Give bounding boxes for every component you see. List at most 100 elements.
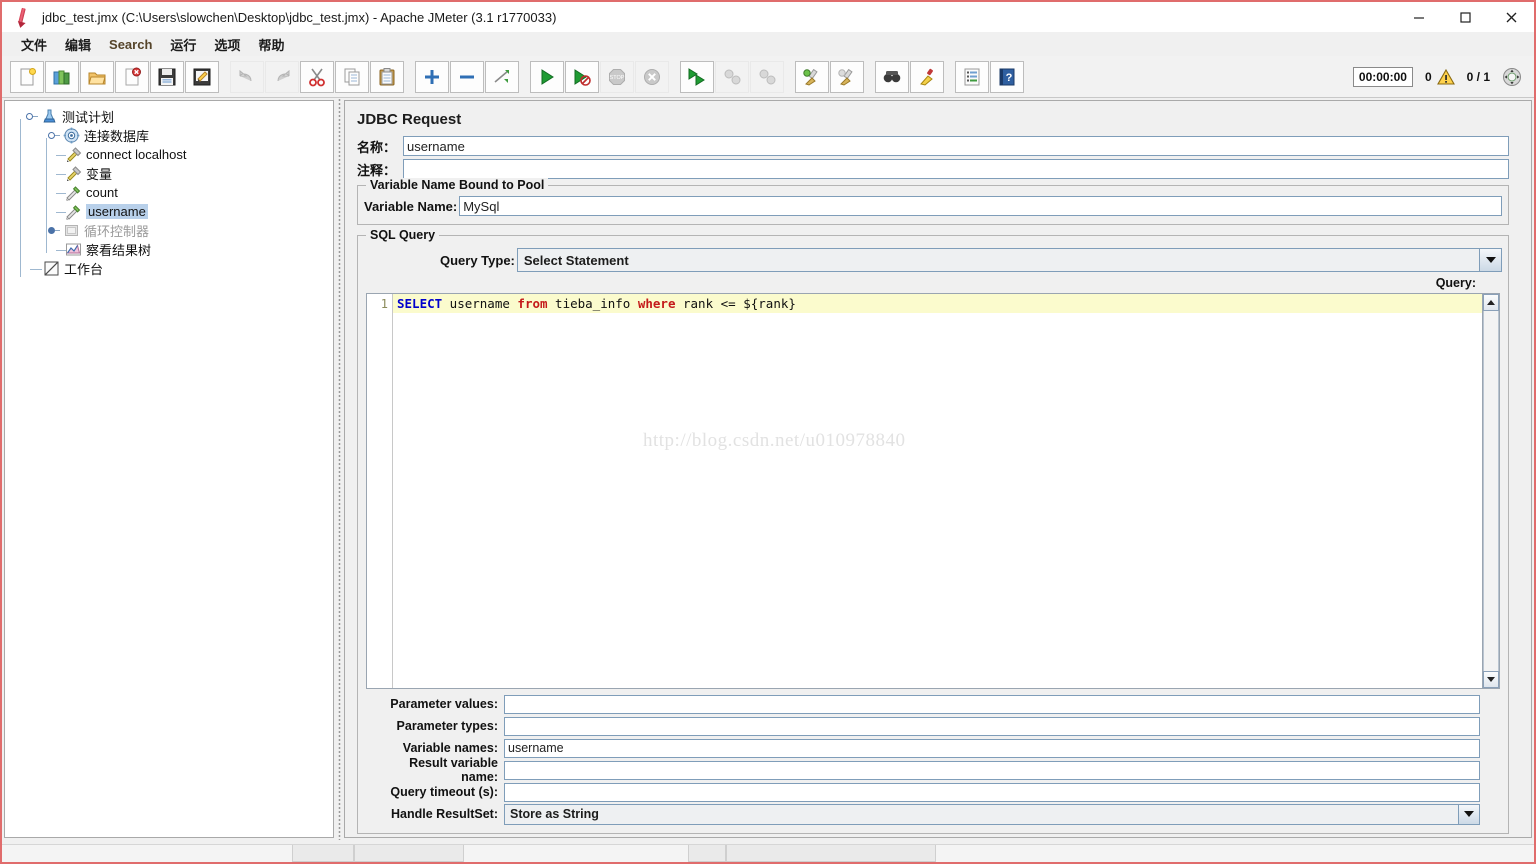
parameter-values-row: Parameter values: — [376, 693, 1480, 715]
variable-name-label: Variable Name: — [364, 198, 458, 214]
editor-gutter: 1 — [367, 294, 393, 688]
active-threads: 0 / 1 — [1466, 70, 1490, 84]
save-as-icon[interactable] — [185, 60, 219, 93]
menu-edit[interactable]: 编辑 — [56, 33, 100, 56]
function-helper-icon[interactable] — [955, 60, 989, 93]
clear-icon[interactable] — [795, 60, 829, 93]
tree-node-count[interactable]: count — [15, 183, 333, 202]
copy-icon[interactable] — [335, 60, 369, 93]
editor-vertical-scrollbar[interactable] — [1482, 294, 1499, 688]
shutdown-icon — [635, 60, 669, 93]
close-button[interactable] — [1488, 2, 1534, 32]
pool-fieldset: Variable Name Bound to Pool Variable Nam… — [357, 178, 1509, 225]
query-type-combo[interactable]: Select Statement — [516, 248, 1502, 272]
sql-parameters: Parameter values: Parameter types: Varia… — [364, 689, 1502, 825]
window-title: jdbc_test.jmx (C:\Users\slowchen\Desktop… — [42, 9, 557, 25]
taskbar-item[interactable] — [726, 845, 936, 862]
toolbar-group-edit — [230, 60, 405, 93]
clear-all-icon[interactable] — [830, 60, 864, 93]
start-icon[interactable] — [530, 60, 564, 93]
window-controls — [1396, 2, 1534, 32]
scroll-down-button[interactable] — [1483, 671, 1499, 688]
expander-expanded-icon[interactable] — [24, 111, 38, 122]
help-icon[interactable]: ? — [990, 60, 1024, 93]
search-icon[interactable] — [875, 60, 909, 93]
svg-text:?: ? — [1006, 72, 1013, 84]
tree-label: count — [86, 185, 118, 200]
save-icon[interactable] — [150, 60, 184, 93]
collapse-all-icon[interactable] — [450, 60, 484, 93]
handle-resultset-row: Handle ResultSet: Store as String — [376, 803, 1480, 825]
toolbar-status: 00:00:00 0 0 / 1 — [1352, 56, 1522, 98]
menu-search[interactable]: Search — [100, 35, 161, 54]
tree-node-view-results-tree[interactable]: 察看结果树 — [15, 240, 333, 259]
parameter-types-input[interactable] — [504, 716, 1480, 736]
tree-label: 循环控制器 — [84, 224, 150, 239]
tree-node-variables[interactable]: 变量 — [15, 164, 333, 183]
expand-all-icon[interactable] — [415, 60, 449, 93]
warning-indicator[interactable]: 0 — [1425, 68, 1455, 86]
jdbc-request-icon — [65, 203, 82, 220]
tree-node-thread-group[interactable]: 连接数据库 — [15, 126, 333, 145]
reset-search-icon[interactable] — [910, 60, 944, 93]
comment-row: 注释： — [345, 159, 1531, 179]
variable-names-input[interactable]: username — [504, 738, 1480, 758]
variable-names-label: Variable names: — [402, 741, 498, 755]
maximize-button[interactable] — [1442, 2, 1488, 32]
scroll-track[interactable] — [1483, 311, 1499, 671]
warning-count: 0 — [1424, 70, 1432, 84]
comment-input[interactable] — [403, 159, 1509, 179]
sql-query-legend: SQL Query — [366, 228, 440, 242]
open-icon[interactable] — [80, 60, 114, 93]
scroll-up-button[interactable] — [1483, 294, 1499, 311]
tree-label: connect localhost — [86, 147, 187, 162]
tree-node-test-plan[interactable]: 测试计划 — [15, 107, 333, 126]
tree-node-loop-controller[interactable]: 循环控制器 — [15, 221, 333, 240]
menu-options[interactable]: 选项 — [205, 33, 249, 56]
test-plan-tree-panel[interactable]: 测试计划 连接数据库 connect localhost 变量 count us… — [4, 100, 334, 838]
name-input[interactable]: username — [403, 136, 1509, 156]
config-element-icon — [65, 146, 82, 163]
expander-collapsed-icon[interactable] — [46, 225, 60, 236]
start-no-pauses-icon[interactable] — [565, 60, 599, 93]
menu-file[interactable]: 文件 — [12, 33, 56, 56]
tree-label: 工作台 — [64, 262, 104, 277]
svg-text:STOP: STOP — [610, 75, 625, 81]
tree-node-workbench[interactable]: 工作台 — [15, 259, 333, 278]
minimize-button[interactable] — [1396, 2, 1442, 32]
toggle-icon[interactable] — [485, 60, 519, 93]
handle-resultset-combo[interactable]: Store as String — [504, 803, 1480, 825]
chevron-down-icon[interactable] — [1479, 249, 1501, 271]
menu-run[interactable]: 运行 — [161, 33, 205, 56]
query-timeout-input[interactable] — [504, 782, 1480, 802]
taskbar-item[interactable] — [354, 845, 464, 862]
paste-icon[interactable] — [370, 60, 404, 93]
query-timeout-row: Query timeout (s): — [376, 781, 1480, 803]
handle-resultset-label: Handle ResultSet: — [391, 807, 498, 821]
sql-editor[interactable]: 1 SELECT username from tieba_info where … — [366, 293, 1500, 689]
query-caption: Query: — [1435, 276, 1476, 290]
chevron-down-icon[interactable] — [1458, 804, 1479, 824]
cut-icon[interactable] — [300, 60, 334, 93]
pool-legend: Variable Name Bound to Pool — [366, 178, 549, 192]
tree-label: 变量 — [86, 167, 113, 182]
parameter-values-input[interactable] — [504, 694, 1480, 714]
tree-node-connect-localhost[interactable]: connect localhost — [15, 145, 333, 164]
thread-indicator-icon — [1503, 68, 1521, 86]
stop-icon: STOP — [600, 60, 634, 93]
editor-code-area[interactable]: SELECT username from tieba_info where ra… — [393, 294, 1482, 688]
variable-name-input[interactable]: MySql — [459, 196, 1502, 216]
tree-node-username[interactable]: username — [15, 202, 333, 221]
split-divider[interactable] — [334, 98, 344, 840]
close-doc-icon[interactable] — [115, 60, 149, 93]
warning-triangle-icon — [1436, 68, 1455, 85]
taskbar-item[interactable] — [292, 845, 354, 862]
result-variable-name-input[interactable] — [504, 760, 1480, 780]
menu-help[interactable]: 帮助 — [249, 33, 293, 56]
expander-expanded-icon[interactable] — [46, 130, 60, 141]
toolbar-group-remote — [680, 60, 785, 93]
remote-start-all-icon[interactable] — [680, 60, 714, 93]
new-icon[interactable] — [10, 60, 44, 93]
taskbar-item[interactable] — [688, 845, 726, 862]
templates-icon[interactable] — [45, 60, 79, 93]
